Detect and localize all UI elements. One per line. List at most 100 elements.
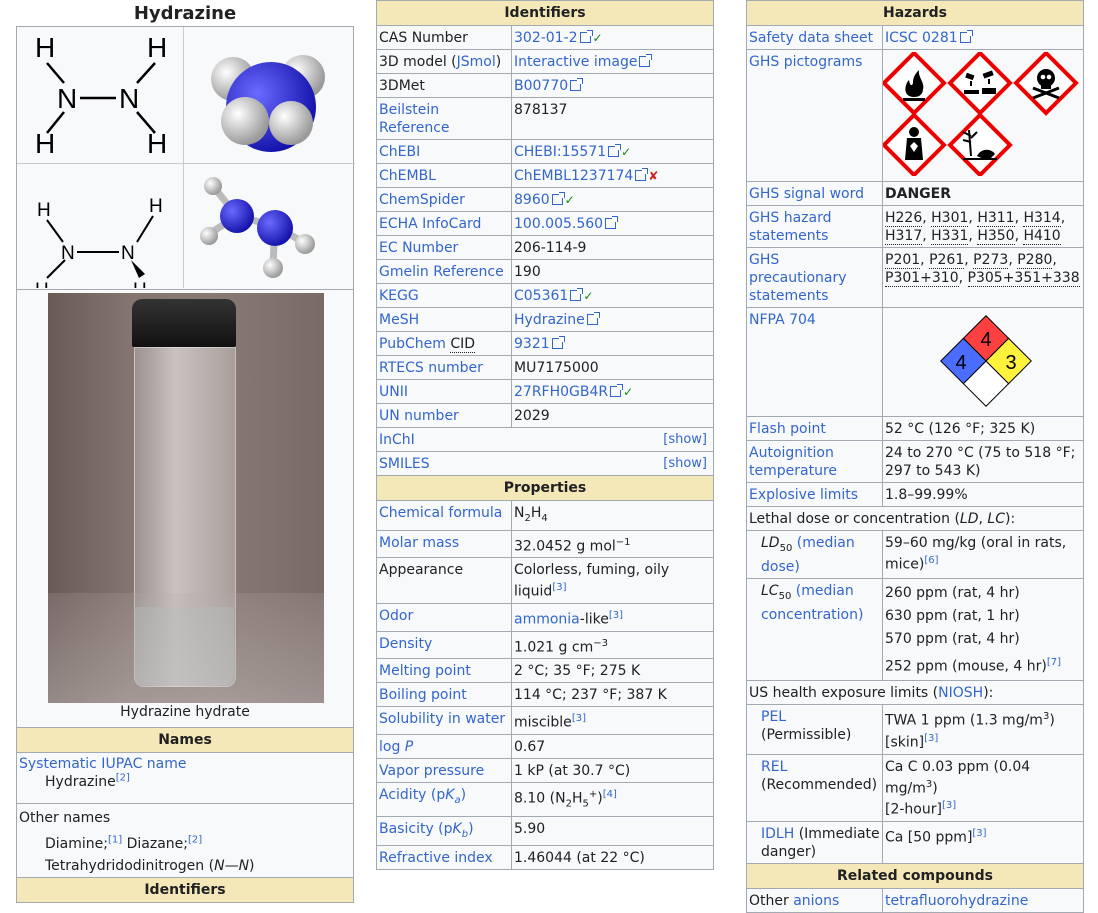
ghs-pictograms-link[interactable]: GHS pictograms <box>749 54 862 70</box>
ghs-skull-icon[interactable] <box>1013 50 1079 116</box>
chemspider-link[interactable]: ChemSpider <box>379 192 465 208</box>
ref-3-link[interactable]: [3] <box>924 733 938 744</box>
echa-link[interactable]: ECHA InfoCard <box>379 216 481 232</box>
beilstein-link[interactable]: Beilstein Reference <box>379 102 450 136</box>
precaution-code[interactable]: P273 <box>973 252 1009 269</box>
pel-link[interactable]: PEL <box>761 709 786 725</box>
ref-3-link[interactable]: [3] <box>942 800 956 811</box>
precaution-code[interactable]: P261 <box>929 252 965 269</box>
nfpa-704-link[interactable]: NFPA 704 <box>749 312 816 328</box>
mesh-link[interactable]: MeSH <box>379 312 419 328</box>
hydrazine-ball-and-stick-image[interactable] <box>185 164 355 288</box>
unii-link[interactable]: UNII <box>379 384 408 400</box>
hazard-code[interactable]: H301 <box>931 210 969 227</box>
basicity-link[interactable]: Basicity (pKb) <box>379 821 474 840</box>
hydrazine-skeletal-structure-image[interactable]: H H N N H H <box>17 27 183 163</box>
explosive-limits-link[interactable]: Explosive limits <box>749 487 858 503</box>
solubility-link[interactable]: Solubility in water <box>379 711 505 727</box>
chebi-link[interactable]: ChEBI <box>379 144 420 160</box>
icsc-link[interactable]: ICSC 0281 <box>885 30 958 46</box>
ref-4-link[interactable]: [4] <box>603 789 617 800</box>
hazard-code[interactable]: H331 <box>931 228 969 245</box>
ghs-corrosion-icon[interactable] <box>947 50 1013 116</box>
un-number-link[interactable]: UN number <box>379 408 459 424</box>
cas-number-link[interactable]: 302-01-2 <box>514 30 578 46</box>
ref-6-link[interactable]: [6] <box>924 555 938 566</box>
ref-2b-link[interactable]: [2] <box>188 834 202 845</box>
hazard-code[interactable]: H350 <box>977 228 1015 245</box>
chembl-link[interactable]: ChEMBL <box>379 168 436 184</box>
hazard-code[interactable]: H410 <box>1023 228 1061 245</box>
3dmet-link[interactable]: B00770 <box>514 78 568 94</box>
chembl-value-link[interactable]: ChEMBL1237174 <box>514 168 633 184</box>
ref-3-link[interactable]: [3] <box>609 610 623 621</box>
other-name-tetrahydrido: Tetrahydridodinitrogen ( <box>45 857 215 874</box>
3dmet-label: 3DMet <box>376 73 512 98</box>
ref-7-link[interactable]: [7] <box>1047 657 1061 668</box>
inchi-show-toggle[interactable]: [show] <box>663 431 711 449</box>
lc50-value: 570 ppm (rat, 4 hr) <box>885 630 1020 647</box>
ec-number-link[interactable]: EC Number <box>379 240 458 256</box>
tetrafluorohydrazine-link[interactable]: tetrafluorohydrazine <box>885 893 1028 909</box>
precaution-code[interactable]: P280 <box>1017 252 1053 269</box>
ghs-precautionary-statements-link[interactable]: GHS precautionary statements <box>749 252 847 304</box>
nfpa-diamond[interactable]: 4 4 3 <box>931 313 1041 409</box>
ghs-hazard-statements-link[interactable]: GHS hazard statements <box>749 210 832 244</box>
safety-data-sheet-link[interactable]: Safety data sheet <box>749 30 873 46</box>
kegg-value-link[interactable]: C05361 <box>514 288 568 304</box>
jsmol-link[interactable]: JSmol <box>457 54 496 70</box>
inchi-link[interactable]: InChI <box>379 432 415 448</box>
hydrazine-wedge-structure-image[interactable]: HN NH HH <box>17 164 183 288</box>
melting-point-link[interactable]: Melting point <box>379 663 471 679</box>
precaution-code[interactable]: P301+310 <box>885 270 959 287</box>
chemspider-value-link[interactable]: 8960 <box>514 192 550 208</box>
idlh-link[interactable]: IDLH <box>761 826 794 842</box>
boiling-point-link[interactable]: Boiling point <box>379 687 467 703</box>
ghs-signal-word-link[interactable]: GHS signal word <box>749 186 864 202</box>
rel-link[interactable]: REL <box>761 759 787 775</box>
interactive-image-link[interactable]: Interactive image <box>514 54 637 70</box>
ref-1-link[interactable]: [1] <box>108 834 122 845</box>
vapor-pressure-link[interactable]: Vapor pressure <box>379 763 484 779</box>
chebi-value-link[interactable]: CHEBI:15571 <box>514 144 606 160</box>
hazard-code[interactable]: H226 <box>885 210 923 227</box>
ghs-health-hazard-icon[interactable] <box>881 112 947 178</box>
acidity-link[interactable]: Acidity (pKa) <box>379 787 466 806</box>
hydrazine-space-filling-model-image[interactable] <box>185 27 355 163</box>
molar-mass-link[interactable]: Molar mass <box>379 535 459 551</box>
precaution-code[interactable]: P305+351+338 <box>967 270 1080 287</box>
hazard-code[interactable]: H317 <box>885 228 923 245</box>
chemical-formula-link[interactable]: Chemical formula <box>379 505 502 521</box>
hazard-code[interactable]: H314 <box>1023 210 1061 227</box>
refractive-index-link[interactable]: Refractive index <box>379 850 493 866</box>
ghs-environment-icon[interactable] <box>947 112 1013 178</box>
hazard-code[interactable]: H311 <box>977 210 1015 227</box>
smiles-link[interactable]: SMILES <box>379 456 430 472</box>
iupac-name-link[interactable]: Systematic IUPAC name <box>19 756 187 772</box>
ref-3-link[interactable]: [3] <box>972 828 986 839</box>
rtecs-link[interactable]: RTECS number <box>379 360 483 376</box>
gmelin-link[interactable]: Gmelin Reference <box>379 264 504 280</box>
ref-3-link[interactable]: [3] <box>552 582 566 593</box>
log-p-link[interactable]: log P <box>379 739 413 755</box>
ref-3-link[interactable]: [3] <box>572 713 586 724</box>
hydrazine-hydrate-photo[interactable] <box>48 293 324 703</box>
flash-point-link[interactable]: Flash point <box>749 421 826 437</box>
ammonia-link[interactable]: ammonia <box>514 612 580 628</box>
pubchem-value-link[interactable]: 9321 <box>514 336 550 352</box>
unii-value-link[interactable]: 27RFH0GB4R <box>514 384 608 400</box>
autoignition-link[interactable]: Autoignition temperature <box>749 445 837 479</box>
echa-value-link[interactable]: 100.005.560 <box>514 216 603 232</box>
odor-link[interactable]: Odor <box>379 608 413 624</box>
mesh-value-link[interactable]: Hydrazine <box>514 312 585 328</box>
precaution-code[interactable]: P201 <box>885 252 921 269</box>
ref-2-link[interactable]: [2] <box>116 772 130 783</box>
ghs-flame-icon[interactable] <box>881 50 947 116</box>
pubchem-link[interactable]: PubChem <box>379 336 450 352</box>
anions-link[interactable]: anions <box>793 893 839 909</box>
kegg-link[interactable]: KEGG <box>379 288 419 304</box>
smiles-show-toggle[interactable]: [show] <box>663 455 711 473</box>
niosh-link[interactable]: NIOSH <box>938 685 983 701</box>
model-label-close: ) <box>495 54 502 70</box>
density-link[interactable]: Density <box>379 636 432 652</box>
